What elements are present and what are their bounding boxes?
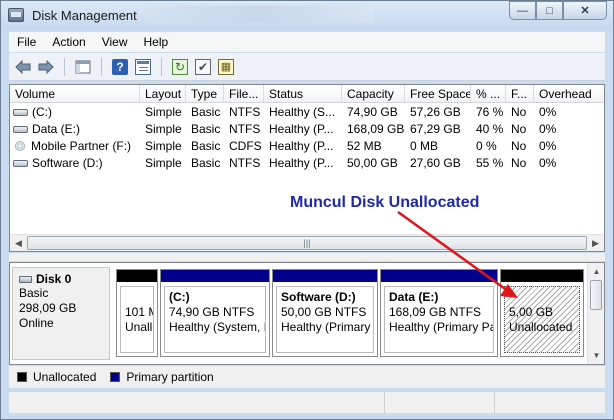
annotation-arrow xyxy=(397,210,518,298)
